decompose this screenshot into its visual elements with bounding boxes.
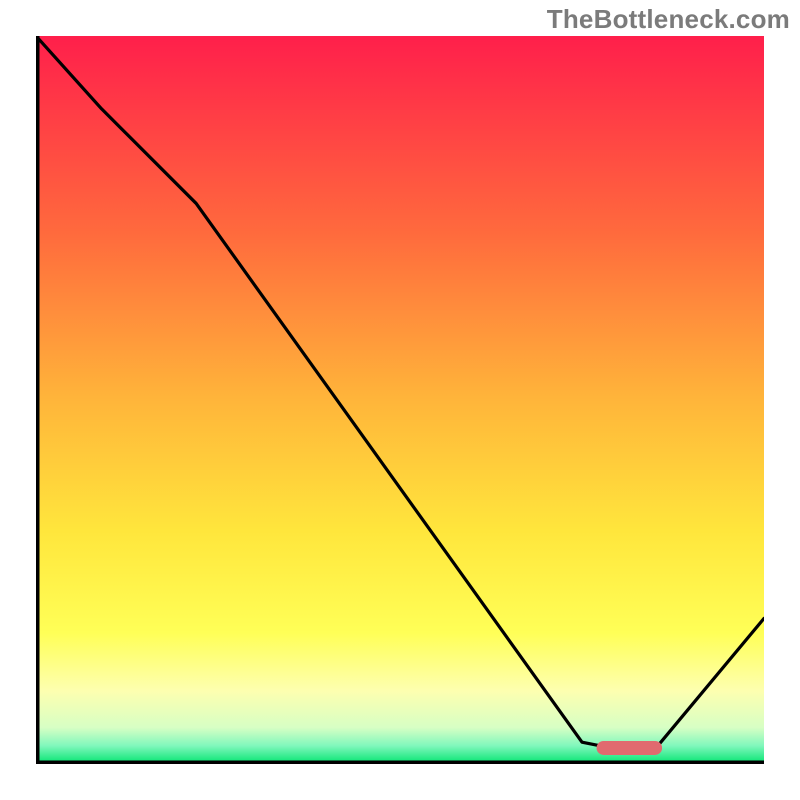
- gradient-background: [36, 36, 764, 764]
- chart-container: TheBottleneck.com: [0, 0, 800, 800]
- watermark-text: TheBottleneck.com: [547, 4, 790, 35]
- optimal-range-marker: [597, 741, 663, 755]
- plot-area: [36, 36, 764, 764]
- bottleneck-chart: [36, 36, 764, 764]
